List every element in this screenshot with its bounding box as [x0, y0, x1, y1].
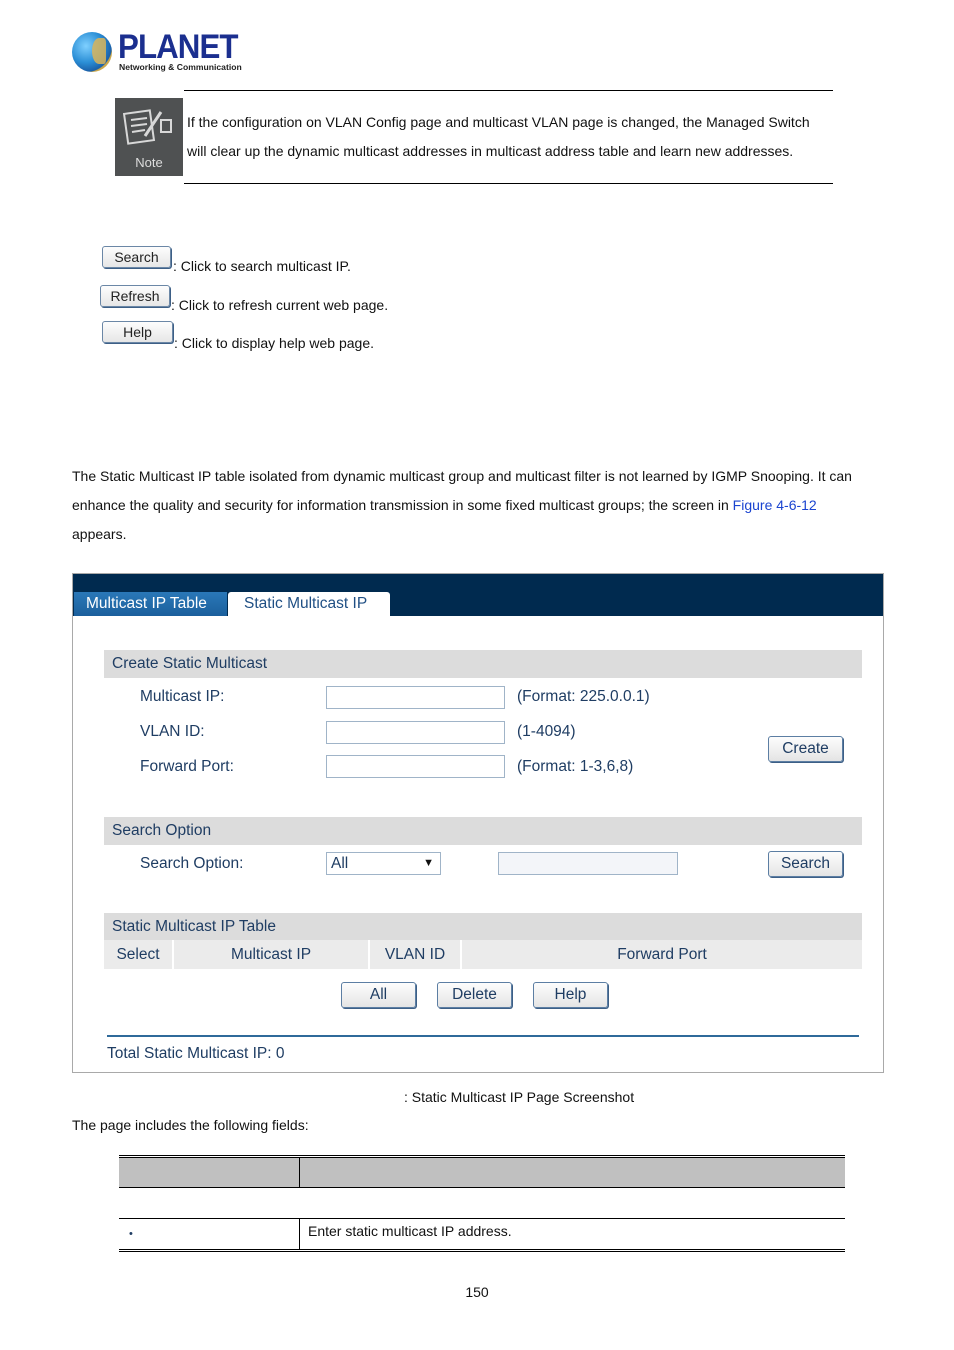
- logo-face-shape: [92, 38, 106, 64]
- search-button[interactable]: Search: [768, 851, 843, 877]
- static-multicast-screenshot: Multicast IP Table Static Multicast IP C…: [72, 573, 884, 1073]
- forward-port-hint: (Format: 1-3,6,8): [517, 758, 634, 775]
- column-vlan-id: VLAN ID: [384, 946, 446, 963]
- fields-table-header: [119, 1158, 845, 1188]
- search-option-value: All: [331, 855, 349, 872]
- total-count: Total Static Multicast IP: 0: [107, 1045, 285, 1062]
- panel-header-bar: Multicast IP Table Static Multicast IP: [73, 574, 883, 616]
- search-section-header: Search Option: [104, 817, 862, 845]
- column-multicast-ip: Multicast IP: [230, 946, 312, 963]
- fields-intro: The page includes the following fields:: [72, 1117, 309, 1133]
- figure-link[interactable]: Figure 4-6-12: [733, 497, 817, 513]
- page-number: 150: [465, 1284, 489, 1300]
- multicast-ip-label: Multicast IP:: [140, 688, 225, 705]
- note-icon-label: Note: [135, 155, 163, 170]
- search-option-select[interactable]: All ▼: [326, 852, 441, 875]
- note-line-1: If the configuration on VLAN Config page…: [187, 114, 810, 130]
- fields-table-row: • Enter static multicast IP address.: [119, 1219, 845, 1249]
- tab-multicast-ip-table[interactable]: Multicast IP Table: [74, 592, 227, 616]
- static-multicast-table-header: Select Multicast IP VLAN ID Forward Port: [104, 940, 862, 969]
- field-description: Enter static multicast IP address.: [308, 1223, 512, 1239]
- intro-text-end: appears.: [72, 526, 127, 542]
- legend-search-button[interactable]: Search: [102, 246, 171, 268]
- note-icon: Note: [115, 98, 183, 176]
- multicast-ip-input[interactable]: [326, 686, 505, 709]
- forward-port-input[interactable]: [326, 755, 505, 778]
- tab-static-multicast-ip[interactable]: Static Multicast IP: [228, 592, 390, 616]
- logo-tagline: Networking & Communication: [119, 62, 242, 72]
- note-top-rule: [184, 90, 833, 91]
- note-pad-pen-icon: [123, 109, 172, 145]
- search-option-label: Search Option:: [140, 855, 244, 872]
- legend-help-button[interactable]: Help: [102, 321, 173, 343]
- planet-logo: PLANET Networking & Communication: [72, 28, 242, 76]
- search-value-input[interactable]: [498, 852, 678, 875]
- fields-table-divider: [299, 1219, 300, 1249]
- note-bottom-rule: [184, 183, 833, 184]
- legend-search-description: : Click to search multicast IP.: [173, 258, 351, 274]
- dropdown-arrow-icon: ▼: [423, 857, 434, 869]
- vlan-id-input[interactable]: [326, 721, 505, 744]
- intro-paragraph: The Static Multicast IP table isolated f…: [72, 462, 892, 549]
- note-text: If the configuration on VLAN Config page…: [187, 108, 837, 166]
- legend-help-description: : Click to display help web page.: [174, 335, 374, 351]
- column-select: Select: [116, 946, 160, 963]
- delete-button[interactable]: Delete: [437, 982, 512, 1008]
- vlan-id-label: VLAN ID:: [140, 723, 205, 740]
- bullet-icon: •: [129, 1228, 133, 1240]
- fields-table-bottom-rule: [119, 1249, 845, 1252]
- note-line-2: will clear up the dynamic multicast addr…: [187, 143, 794, 159]
- forward-port-label: Forward Port:: [140, 758, 234, 775]
- select-all-button[interactable]: All: [341, 982, 416, 1008]
- fields-table-divider: [299, 1158, 300, 1187]
- column-forward-port: Forward Port: [617, 946, 707, 963]
- separator-rule: [107, 1035, 859, 1037]
- legend-refresh-button[interactable]: Refresh: [100, 285, 170, 307]
- figure-caption: : Static Multicast IP Page Screenshot: [404, 1089, 635, 1105]
- help-button[interactable]: Help: [533, 982, 608, 1008]
- create-button[interactable]: Create: [768, 736, 843, 762]
- legend-refresh-description: : Click to refresh current web page.: [171, 297, 389, 313]
- create-section-header: Create Static Multicast: [104, 650, 862, 678]
- table-section-header: Static Multicast IP Table: [104, 913, 862, 941]
- multicast-ip-hint: (Format: 225.0.0.1): [517, 688, 650, 705]
- vlan-id-hint: (1-4094): [517, 723, 576, 740]
